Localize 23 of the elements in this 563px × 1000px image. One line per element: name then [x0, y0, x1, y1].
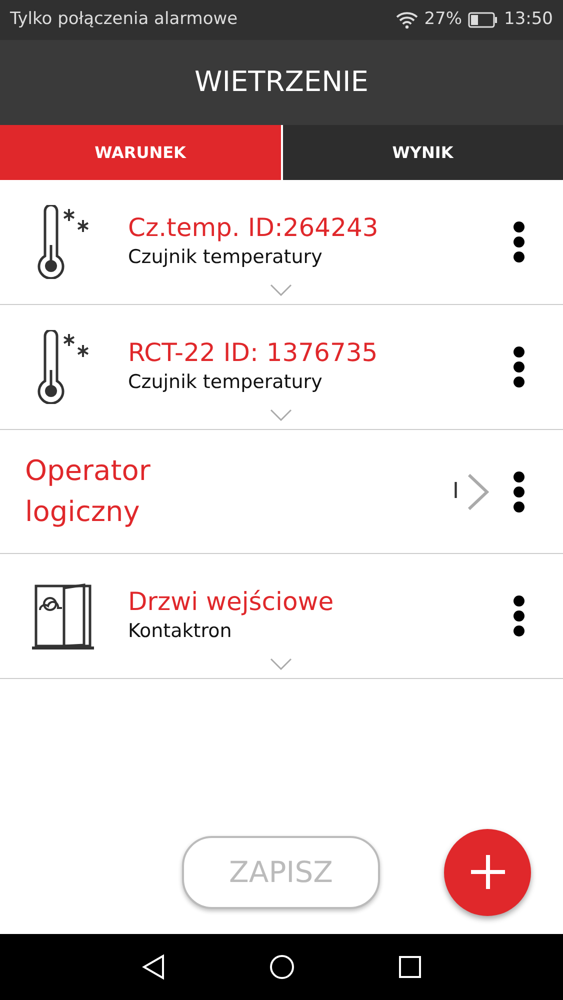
- add-button[interactable]: [444, 828, 531, 916]
- more-menu-button[interactable]: [513, 221, 525, 264]
- operator-value: I: [452, 478, 459, 506]
- device-type: Czujnik temperatury: [128, 370, 324, 395]
- device-type: Kontaktron: [128, 618, 233, 644]
- screen-title: WIETRZENIE: [194, 64, 368, 100]
- device-name: RCT-22 ID: 1376735: [128, 338, 378, 368]
- battery-icon: [468, 12, 498, 28]
- more-menu-button[interactable]: [513, 346, 525, 388]
- status-text: Tylko połączenia alarmowe: [10, 8, 238, 32]
- operator-label: Operator logiczny: [24, 452, 152, 530]
- device-name: Drzwi wejściowe: [128, 586, 334, 617]
- clock: 13:50: [504, 8, 553, 32]
- wifi-icon: [396, 10, 418, 29]
- tab[interactable]: WYNIK: [280, 124, 563, 180]
- tab[interactable]: WARUNEK: [0, 124, 280, 180]
- home-icon[interactable]: [269, 954, 296, 980]
- more-menu-button[interactable]: [513, 595, 525, 638]
- more-menu-button[interactable]: [513, 470, 525, 513]
- device-name: Cz.temp. ID:264243: [128, 213, 378, 244]
- battery-percent: 27%: [424, 8, 462, 32]
- device-type: Czujnik temperatury: [128, 245, 324, 270]
- recents-icon[interactable]: [398, 955, 422, 980]
